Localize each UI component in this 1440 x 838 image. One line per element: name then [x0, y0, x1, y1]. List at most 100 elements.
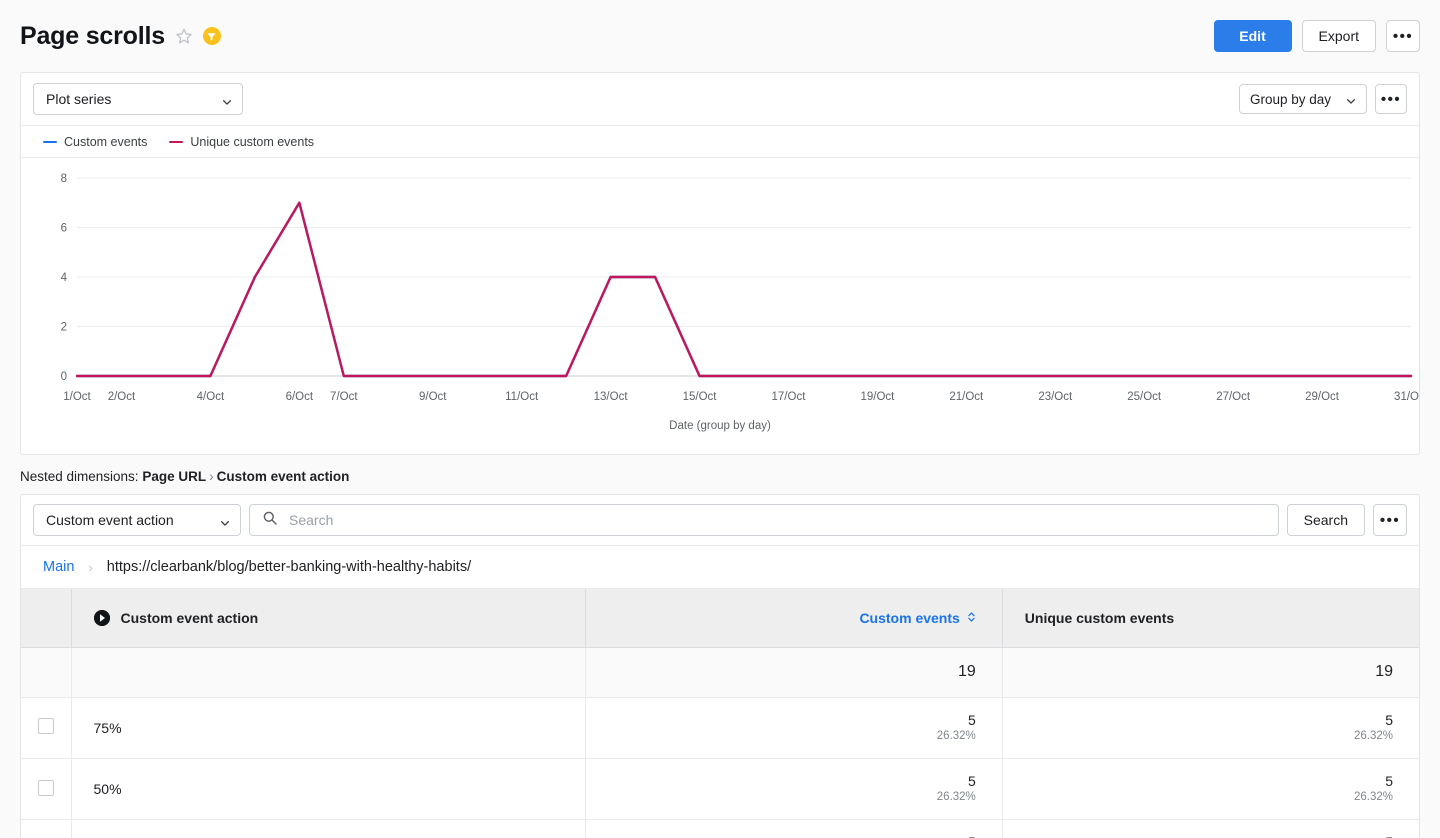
table-header-row: Custom event action Custom events Un — [21, 589, 1419, 647]
dimension-select-value: Custom event action — [46, 512, 174, 528]
chart-x-tick-label: 1/Oct — [63, 391, 91, 403]
table-row[interactable]: 75%526.32%526.32% — [21, 697, 1419, 758]
metric-value: 5 — [608, 773, 976, 791]
group-by-value: Group by day — [1250, 92, 1331, 107]
table-row[interactable]: 25%526.32%526.32% — [21, 820, 1419, 838]
nested-dimension-2: Custom event action — [217, 469, 350, 484]
chart-x-tick-label: 27/Oct — [1216, 391, 1251, 403]
dimension-marker-icon — [94, 610, 110, 626]
cell-custom-events: 526.32% — [586, 697, 1003, 758]
chart-plot-area: 024681/Oct2/Oct4/Oct6/Oct7/Oct9/Oct11/Oc… — [21, 158, 1419, 454]
cell-unique-custom-events: 526.32% — [1002, 820, 1419, 838]
nested-separator: › — [206, 469, 217, 484]
header-dimension[interactable]: Custom event action — [71, 589, 586, 647]
nested-dimension-1: Page URL — [142, 469, 206, 484]
cell-unique-custom-events: 19 — [1002, 647, 1419, 697]
star-outline-icon[interactable] — [175, 27, 193, 45]
table-row[interactable]: 50%526.32%526.32% — [21, 758, 1419, 819]
summary-dimension-cell — [71, 647, 586, 697]
metric-value: 5 — [1025, 712, 1393, 730]
metric-percent: 26.32% — [1025, 729, 1393, 744]
breadcrumb-root-link[interactable]: Main — [43, 559, 74, 575]
export-button[interactable]: Export — [1302, 20, 1376, 52]
metric-value: 19 — [608, 662, 976, 682]
table-summary-row: 1919 — [21, 647, 1419, 697]
cell-custom-events: 19 — [586, 647, 1003, 697]
chart-legend: Custom events Unique custom events — [21, 126, 1419, 158]
header-actions: Edit Export ••• — [1214, 20, 1420, 52]
cell-dimension-label: 50% — [71, 758, 586, 819]
chart-toolbar-right: Group by day ••• — [1239, 84, 1407, 114]
plot-series-select[interactable]: Plot series — [33, 83, 243, 115]
table-body: 191975%526.32%526.32%50%526.32%526.32%25… — [21, 647, 1419, 838]
search-button[interactable]: Search — [1287, 504, 1365, 536]
dimension-select[interactable]: Custom event action — [33, 504, 241, 536]
chart-x-tick-label: 31/Oct — [1394, 391, 1419, 403]
chart-x-tick-label: 19/Oct — [860, 391, 895, 403]
chart-x-tick-label: 2/Oct — [108, 391, 136, 403]
header-metric1-label: Custom events — [859, 610, 959, 626]
nested-prefix: Nested dimensions: — [20, 469, 139, 484]
header-metric2-label: Unique custom events — [1025, 610, 1393, 626]
chart-x-tick-label: 11/Oct — [505, 391, 539, 403]
header-dimension-label: Custom event action — [121, 610, 259, 626]
group-by-select[interactable]: Group by day — [1239, 84, 1367, 114]
header-metric-unique-custom-events[interactable]: Unique custom events — [1002, 589, 1419, 647]
legend-item-custom-events[interactable]: Custom events — [43, 135, 147, 149]
chart-x-tick-label: 9/Oct — [419, 391, 447, 403]
edit-button[interactable]: Edit — [1214, 20, 1292, 52]
chart-x-tick-label: 7/Oct — [330, 391, 358, 403]
chart-y-tick-label: 2 — [61, 322, 67, 334]
search-input[interactable] — [287, 505, 1266, 535]
row-checkbox-cell — [21, 697, 71, 758]
page-header: Page scrolls Edit Export ••• — [0, 0, 1440, 72]
chart-x-tick-label: 29/Oct — [1305, 391, 1340, 403]
metric-percent: 26.32% — [1025, 790, 1393, 805]
header-metric-custom-events[interactable]: Custom events — [586, 589, 1003, 647]
row-checkbox[interactable] — [38, 780, 54, 796]
header-select-all — [21, 589, 71, 647]
sort-arrows-icon — [967, 610, 976, 626]
chart-x-tick-label: 25/Oct — [1127, 391, 1162, 403]
chart-x-tick-label: 17/Oct — [772, 391, 807, 403]
chart-x-tick-label: 6/Oct — [286, 391, 314, 403]
more-dots-icon: ••• — [1393, 29, 1413, 44]
cell-custom-events: 526.32% — [586, 820, 1003, 838]
table-toolbar: Custom event action Search ••• — [21, 495, 1419, 546]
nested-dimensions: Nested dimensions: Page URL›Custom event… — [0, 455, 1440, 494]
chart-y-tick-label: 8 — [61, 173, 67, 185]
legend-label: Unique custom events — [190, 135, 314, 149]
chart-x-axis-title: Date (group by day) — [21, 420, 1419, 432]
chart-x-tick-label: 13/Oct — [594, 391, 629, 403]
chart-series-line — [77, 203, 1411, 376]
metric-percent: 26.32% — [608, 729, 976, 744]
metric-value: 19 — [1025, 662, 1393, 682]
header-more-button[interactable]: ••• — [1386, 20, 1420, 52]
search-box[interactable] — [249, 504, 1279, 536]
cell-dimension-label: 25% — [71, 820, 586, 838]
chart-card: Plot series Group by day ••• — [20, 72, 1420, 455]
chart-toolbar: Plot series Group by day ••• — [21, 73, 1419, 126]
chart-x-tick-label: 15/Oct — [683, 391, 718, 403]
filter-badge-icon[interactable] — [203, 27, 221, 45]
row-checkbox-cell — [21, 758, 71, 819]
table-more-button[interactable]: ••• — [1373, 504, 1407, 536]
chart-series-line — [77, 203, 1411, 376]
summary-checkbox-cell — [21, 647, 71, 697]
chart-more-button[interactable]: ••• — [1375, 84, 1407, 114]
metric-value: 5 — [1025, 834, 1393, 838]
plot-series-value: Plot series — [46, 91, 111, 107]
table-card: Custom event action Search ••• Main › ht… — [20, 494, 1420, 838]
chevron-down-icon — [222, 94, 232, 104]
legend-item-unique-custom-events[interactable]: Unique custom events — [169, 135, 314, 149]
search-icon — [262, 510, 278, 531]
breadcrumb-current: https://clearbank/blog/better-banking-wi… — [107, 559, 471, 575]
more-dots-icon: ••• — [1381, 92, 1401, 107]
cell-unique-custom-events: 526.32% — [1002, 697, 1419, 758]
chart-x-tick-label: 23/Oct — [1038, 391, 1073, 403]
more-dots-icon: ••• — [1380, 513, 1400, 528]
cell-dimension-label: 75% — [71, 697, 586, 758]
cell-custom-events: 526.32% — [586, 758, 1003, 819]
line-chart: 024681/Oct2/Oct4/Oct6/Oct7/Oct9/Oct11/Oc… — [21, 164, 1419, 416]
row-checkbox[interactable] — [38, 718, 54, 734]
